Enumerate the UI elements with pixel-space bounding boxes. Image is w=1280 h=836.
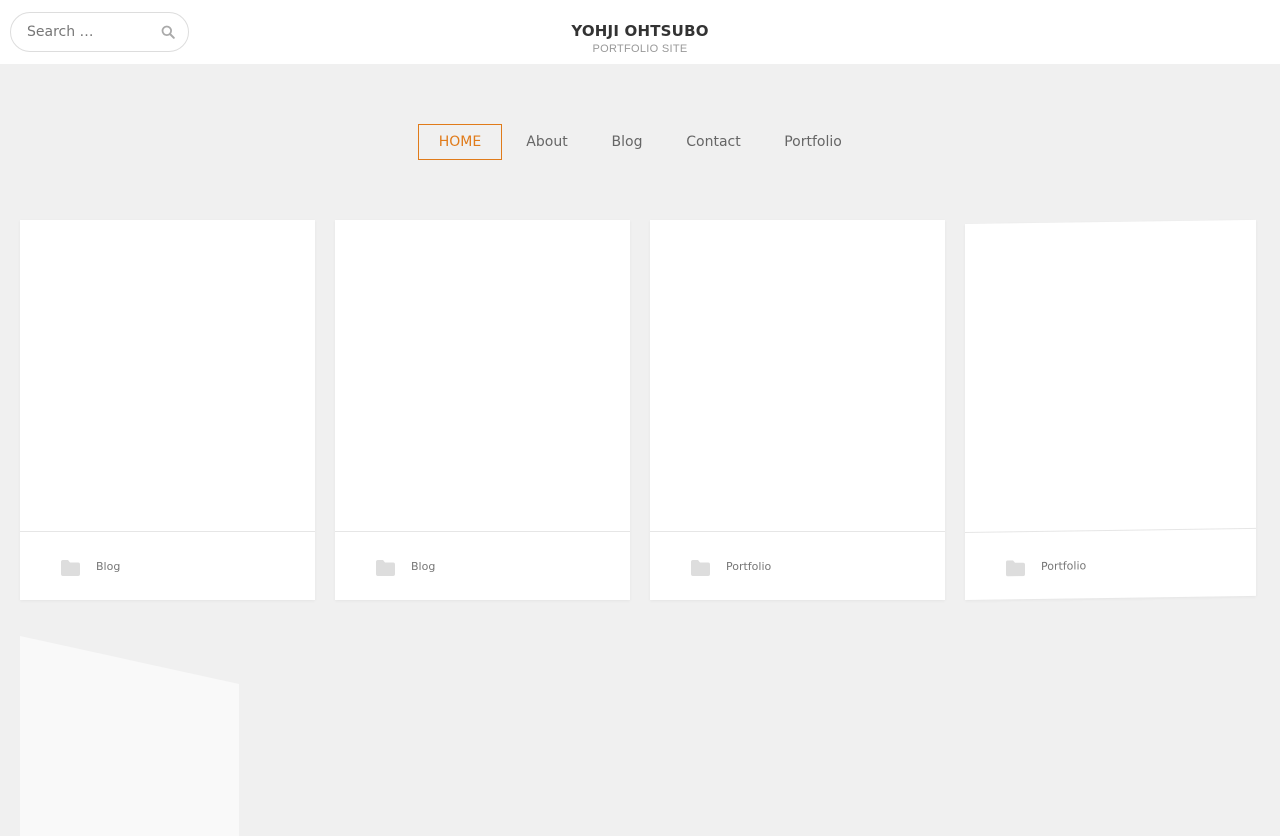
post-category-link[interactable]: Blog [411, 559, 435, 575]
post-thumbnail[interactable] [965, 219, 1256, 533]
post-card-loading[interactable] [20, 636, 239, 836]
folder-icon [691, 560, 710, 576]
post-card[interactable]: Blog [20, 220, 315, 600]
folder-icon [376, 560, 395, 576]
folder-icon [61, 560, 80, 576]
post-meta: Portfolio [650, 533, 945, 600]
site-tagline: PORTFOLIO SITE [592, 43, 688, 55]
post-card[interactable]: Blog [335, 220, 630, 600]
post-thumbnail[interactable] [650, 220, 945, 532]
nav-item-portfolio[interactable]: Portfolio [774, 124, 852, 160]
post-card[interactable]: Portfolio [650, 220, 945, 600]
site-title[interactable]: YOHJI OHTSUBO [440, 20, 840, 42]
search-input[interactable] [25, 13, 155, 51]
post-category-link[interactable]: Portfolio [1041, 558, 1086, 575]
site-branding: YOHJI OHTSUBO PORTFOLIO SITE [440, 20, 840, 56]
nav-item-home[interactable]: HOME [418, 124, 502, 160]
nav-item-about[interactable]: About [515, 124, 579, 160]
nav-item-blog[interactable]: Blog [600, 124, 654, 160]
post-meta: Portfolio [965, 530, 1256, 600]
search-form [10, 12, 189, 52]
post-category-link[interactable]: Portfolio [726, 559, 771, 575]
post-meta: Blog [335, 533, 630, 600]
post-card[interactable]: Portfolio [965, 219, 1256, 600]
search-icon[interactable] [161, 25, 175, 39]
post-category-link[interactable]: Blog [96, 559, 120, 575]
post-meta: Blog [20, 533, 315, 600]
main-navigation: HOME About Blog Contact Portfolio [0, 124, 1280, 160]
post-thumbnail[interactable] [20, 220, 315, 532]
folder-icon [1006, 560, 1025, 577]
site-header: YOHJI OHTSUBO PORTFOLIO SITE [0, 0, 1280, 64]
post-thumbnail[interactable] [335, 220, 630, 532]
nav-item-contact[interactable]: Contact [676, 124, 751, 160]
